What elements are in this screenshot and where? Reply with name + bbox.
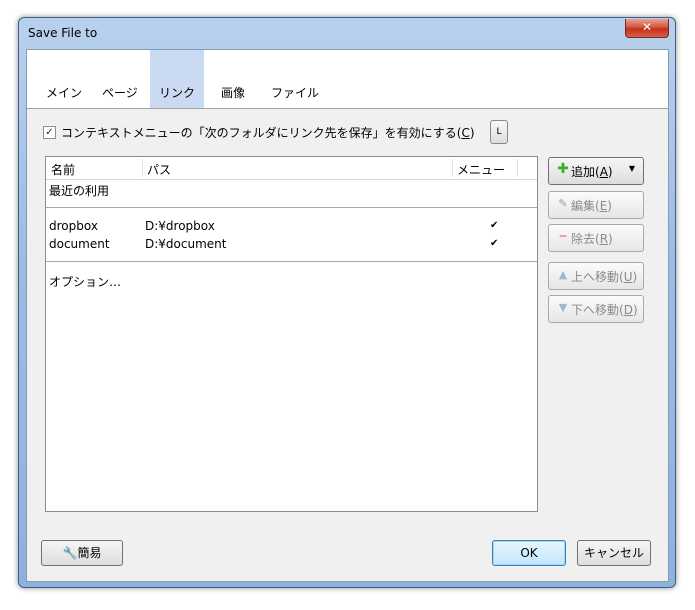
column-path-header[interactable]: パス bbox=[147, 161, 171, 178]
dropdown-arrow-icon[interactable]: ▼ bbox=[629, 164, 635, 173]
list-divider bbox=[46, 261, 537, 262]
row-name: document bbox=[49, 237, 110, 251]
table-row[interactable]: dropbox D:¥dropbox ✔ bbox=[46, 218, 537, 236]
ok-button[interactable]: OK bbox=[492, 540, 566, 566]
column-name-header[interactable]: 名前 bbox=[51, 161, 75, 178]
simple-mode-button[interactable]: 🔧簡易 bbox=[41, 540, 123, 566]
tab-link[interactable]: リンク bbox=[150, 50, 204, 108]
minus-icon: ━ bbox=[559, 230, 567, 243]
check-icon[interactable]: ✔ bbox=[490, 220, 498, 231]
arrow-up-icon: ▲ bbox=[558, 268, 568, 281]
table-row[interactable]: document D:¥document ✔ bbox=[46, 236, 537, 254]
tab-page[interactable]: ページ bbox=[102, 84, 138, 101]
move-up-button[interactable]: ▲ 上へ移動(U) bbox=[548, 262, 644, 290]
tab-image[interactable]: 画像 bbox=[221, 84, 245, 101]
close-icon: ✕ bbox=[641, 20, 653, 34]
tab-main[interactable]: メイン bbox=[46, 84, 82, 101]
pencil-icon: ✎ bbox=[558, 197, 568, 210]
check-icon[interactable]: ✔ bbox=[490, 238, 498, 249]
cancel-button[interactable]: キャンセル bbox=[577, 540, 651, 566]
row-path: D:¥dropbox bbox=[145, 219, 215, 233]
tab-link-label: リンク bbox=[159, 86, 196, 100]
arrow-down-icon: ▼ bbox=[558, 301, 568, 314]
folder-list[interactable]: 名前 パス メニュー 最近の利用 dropbox D:¥dropbox ✔ do… bbox=[45, 156, 538, 512]
row-name: dropbox bbox=[49, 219, 98, 233]
tab-bar: メイン ページ リンク 画像 ファイル bbox=[27, 50, 668, 109]
row-path: D:¥document bbox=[145, 237, 227, 251]
wrench-icon: 🔧 bbox=[62, 546, 78, 560]
dialog-window: Save File to ✕ メイン ページ リンク 画像 ファイル ✓ コンテ… bbox=[18, 17, 676, 588]
close-button[interactable]: ✕ bbox=[625, 19, 669, 38]
recent-label: 最近の利用 bbox=[49, 184, 110, 198]
list-divider bbox=[46, 207, 537, 208]
column-menu-header[interactable]: メニュー bbox=[457, 161, 505, 178]
list-item[interactable]: 最近の利用 bbox=[46, 181, 537, 199]
list-item[interactable]: オプション… bbox=[46, 272, 537, 290]
options-label: オプション… bbox=[49, 275, 122, 289]
move-down-button[interactable]: ▼ 下へ移動(D) bbox=[548, 295, 644, 323]
add-button[interactable]: ✚ 追加(A) ▼ bbox=[548, 157, 644, 185]
enable-context-menu-checkbox[interactable]: ✓ bbox=[43, 126, 56, 139]
tab-file[interactable]: ファイル bbox=[271, 84, 319, 101]
remove-button[interactable]: ━ 除去(R) bbox=[548, 224, 644, 252]
edit-button[interactable]: ✎ 編集(E) bbox=[548, 191, 644, 219]
plus-icon: ✚ bbox=[557, 161, 569, 177]
title-bar[interactable]: Save File to ✕ bbox=[19, 18, 675, 48]
l-button[interactable]: L bbox=[490, 120, 508, 144]
window-title: Save File to bbox=[28, 26, 98, 40]
list-header: 名前 パス メニュー bbox=[46, 157, 537, 180]
dialog-client: メイン ページ リンク 画像 ファイル ✓ コンテキストメニューの「次のフォルダ… bbox=[26, 49, 669, 582]
enable-context-menu-label: コンテキストメニューの「次のフォルダにリンク先を保存」を有効にする(C) bbox=[61, 126, 475, 140]
